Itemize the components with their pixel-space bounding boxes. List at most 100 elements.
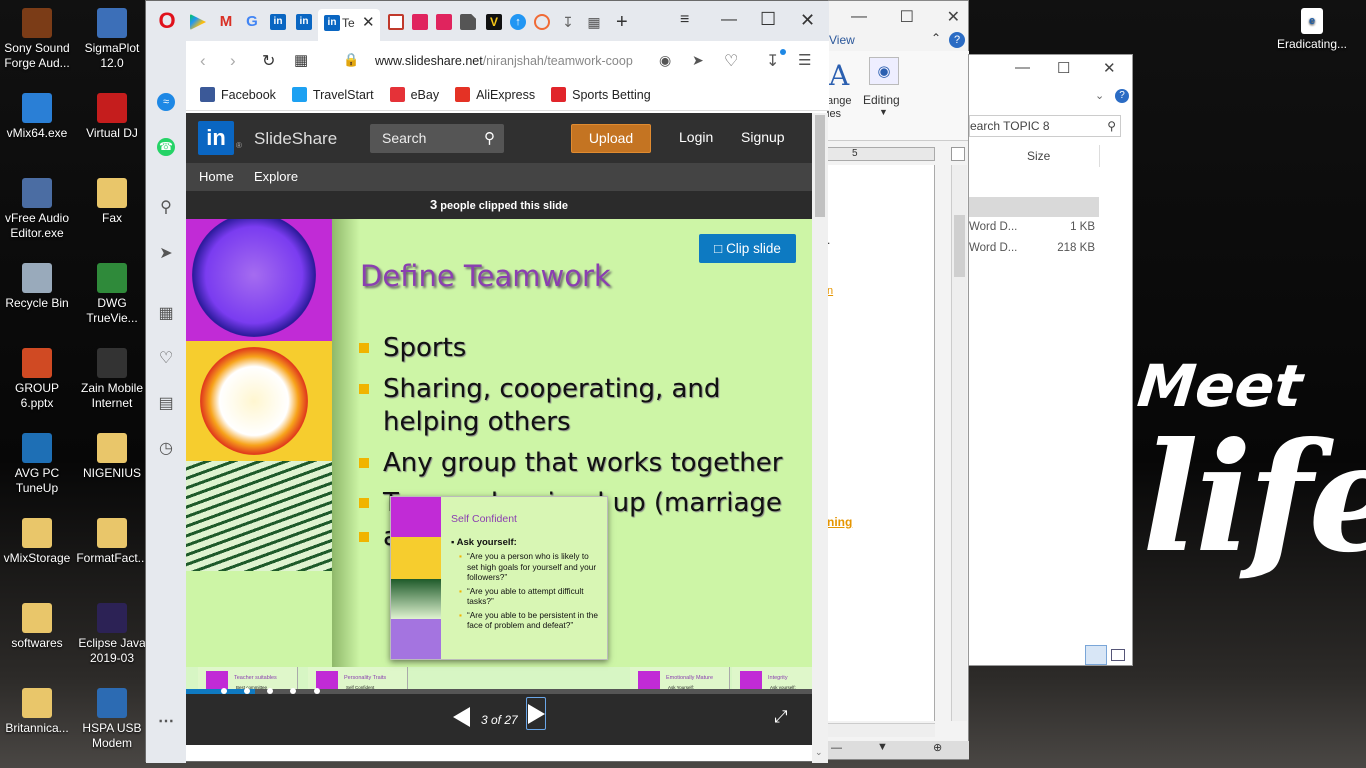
slide-progress-dot[interactable] — [244, 688, 250, 694]
heart-icon[interactable]: ♡ — [724, 51, 738, 71]
upload-icon[interactable]: ↑ — [510, 14, 526, 30]
word-tab-view[interactable]: View — [829, 33, 855, 47]
file-row[interactable]: Word D... 218 KB — [969, 242, 1099, 260]
desktop-icon[interactable]: Sony Sound Forge Aud... — [0, 8, 74, 71]
column-header-size[interactable]: Size — [1027, 149, 1050, 163]
gmail-icon[interactable]: M — [218, 14, 234, 30]
whatsapp-icon[interactable]: ☎ — [157, 138, 175, 156]
chevron-down-icon[interactable]: ⌄ — [1095, 89, 1104, 102]
scrollbar-thumb[interactable] — [954, 215, 965, 277]
file-row[interactable]: Word D... 1 KB — [969, 221, 1099, 239]
word-scrollbar[interactable] — [951, 165, 967, 721]
chevron-down-icon[interactable]: ▼ — [879, 107, 888, 117]
tab-menu-icon[interactable]: ≡ — [680, 11, 689, 29]
maximize-icon[interactable]: ☐ — [760, 9, 776, 30]
linkedin-logo-icon[interactable]: in — [198, 121, 234, 155]
desktop-icon[interactable]: Fax — [75, 178, 149, 226]
linkedin-icon[interactable]: in — [296, 14, 312, 30]
search-input[interactable]: earch TOPIC 8 ⚲ — [969, 115, 1121, 137]
slide-progress-dot[interactable] — [221, 688, 227, 694]
nav-home[interactable]: Home — [199, 169, 234, 184]
fullscreen-icon[interactable]: ⤢ — [774, 707, 788, 727]
desktop-icon[interactable]: GROUP 6.pptx — [0, 348, 74, 411]
app-icon[interactable] — [412, 14, 428, 30]
slide-progress-bar[interactable] — [186, 689, 812, 694]
selected-row[interactable] — [969, 197, 1099, 217]
editing-button[interactable]: Editing — [863, 93, 900, 107]
reload-icon[interactable]: ↻ — [262, 51, 275, 71]
easy-setup-icon[interactable]: ☰ — [798, 51, 811, 69]
binoculars-icon[interactable]: ◉ — [869, 57, 899, 85]
close-tab-icon[interactable]: ✕ — [362, 13, 375, 31]
news-icon[interactable]: ▤ — [157, 395, 175, 413]
bookmark-item[interactable]: eBay — [389, 87, 439, 102]
app-icon[interactable] — [534, 14, 550, 30]
opera-menu-icon[interactable]: O — [156, 9, 178, 33]
snapshot-icon[interactable]: ◉ — [659, 52, 671, 69]
help-icon[interactable]: ? — [949, 32, 965, 48]
google-play-icon[interactable] — [190, 14, 206, 30]
close-icon[interactable]: ✕ — [800, 10, 815, 31]
signup-link[interactable]: Signup — [741, 129, 785, 145]
heart-icon[interactable]: ♡ — [157, 350, 175, 368]
change-styles-label[interactable]: ange les — [827, 95, 851, 121]
search-icon[interactable]: ⚲ — [484, 129, 495, 147]
slide-progress-dot[interactable] — [267, 688, 273, 694]
desktop-icon[interactable]: vMixStorage — [0, 518, 74, 566]
desktop-icon[interactable]: HSPA USB Modem — [75, 688, 149, 751]
v-app-icon[interactable]: V — [486, 14, 502, 30]
ruler-toggle-icon[interactable] — [951, 147, 965, 161]
explorer-window[interactable]: — ☐ ✕ ⌄ ? earch TOPIC 8 ⚲ Size Word D...… — [968, 54, 1133, 666]
desktop-icon[interactable]: SigmaPlot 12.0 — [75, 8, 149, 71]
desktop-icon[interactable]: DWG TrueVie... — [75, 263, 149, 326]
bookmark-item[interactable]: Sports Betting — [551, 87, 651, 102]
related-slide-thumb[interactable]: Teacher suitablesBest committee Best tea… — [198, 667, 298, 689]
maximize-icon[interactable]: ☐ — [900, 7, 914, 27]
opera-browser-window[interactable]: O M G in in in Te ✕ V ↑ ↧ ▦ + ≡ — ☐ ✕ ≈ … — [145, 0, 829, 763]
related-slide-thumb[interactable]: Emotionally MatureAsk Yourself: Are you … — [630, 667, 730, 689]
desktop-icon[interactable]: FormatFact... — [75, 518, 149, 566]
history-icon[interactable]: ◷ — [157, 440, 175, 458]
doc-link[interactable]: ning — [827, 515, 852, 529]
word-document-page[interactable]: . n ning — [827, 165, 935, 721]
clip-slide-button[interactable]: □ Clip slide — [699, 234, 796, 263]
scroll-down-icon[interactable]: ⌄ — [815, 747, 823, 758]
bookmark-item[interactable]: TravelStart — [291, 87, 374, 102]
slide-progress-dot[interactable] — [314, 688, 320, 694]
speed-dial-icon[interactable]: ▦ — [157, 305, 175, 323]
desktop-icon-pdf[interactable]: e Eradicating... — [1276, 8, 1348, 52]
word-window[interactable]: — ☐ ✕ View ⌃ ? A ange les ◉ Editing ▼ 5 … — [826, 0, 969, 760]
document-icon[interactable] — [460, 14, 476, 30]
bookmark-item[interactable]: Facebook — [200, 87, 276, 102]
search-input[interactable]: Search ⚲ — [370, 124, 504, 153]
slideshare-logo-text[interactable]: SlideShare — [254, 129, 337, 149]
desktop-icon[interactable]: Recycle Bin — [0, 263, 74, 311]
app-icon[interactable] — [436, 14, 452, 30]
desktop-icon[interactable]: Eclipse Java 2019-03 — [75, 603, 149, 666]
close-icon[interactable]: ✕ — [947, 7, 960, 27]
new-tab-button[interactable]: + — [616, 11, 628, 34]
upload-button[interactable]: Upload — [571, 124, 651, 153]
back-icon[interactable]: ‹ — [200, 51, 206, 71]
ribbon-collapse-icon[interactable]: ⌃ — [931, 31, 941, 45]
send-icon[interactable]: ➤ — [157, 245, 175, 263]
related-slide-thumb[interactable]: Personality TraitsSelf Confident Stress … — [308, 667, 408, 689]
desktop-icon[interactable]: softwares — [0, 603, 74, 651]
close-icon[interactable]: ✕ — [1103, 59, 1116, 77]
desktop-icon[interactable]: Zain Mobile Internet — [75, 348, 149, 411]
slide-progress-dot[interactable] — [290, 688, 296, 694]
linkedin-icon[interactable]: in — [270, 14, 286, 30]
grid-icon[interactable]: ▦ — [586, 14, 602, 30]
maximize-icon[interactable]: ☐ — [1057, 59, 1070, 77]
url-field[interactable]: www.slideshare.net/niranjshah/teamwork-c… — [375, 54, 640, 72]
horizontal-scrollbar[interactable] — [827, 723, 935, 737]
download-icon[interactable]: ↧ — [560, 14, 576, 30]
help-icon[interactable]: ? — [1115, 89, 1129, 103]
bookmark-item[interactable]: AliExpress — [455, 87, 535, 102]
minimize-icon[interactable]: — — [1015, 59, 1030, 76]
next-slide-button[interactable] — [526, 697, 546, 730]
search-icon[interactable]: ⚲ — [157, 199, 175, 217]
minimize-icon[interactable]: — — [721, 11, 737, 29]
tabs-grid-icon[interactable]: ▦ — [294, 51, 308, 69]
desktop-icon[interactable]: vMix64.exe — [0, 93, 74, 141]
